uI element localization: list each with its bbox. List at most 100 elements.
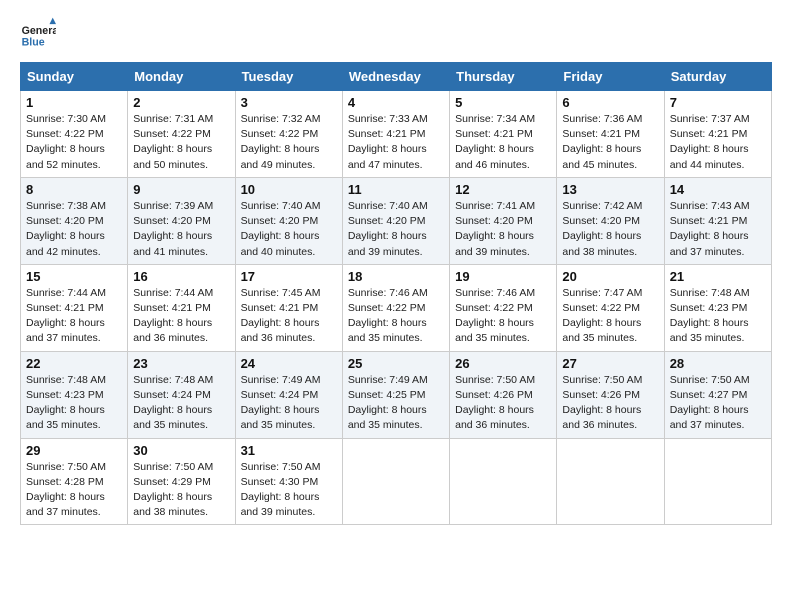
day-cell: 22 Sunrise: 7:48 AMSunset: 4:23 PMDaylig… [21, 351, 128, 438]
day-number: 30 [133, 443, 229, 458]
day-cell: 17 Sunrise: 7:45 AMSunset: 4:21 PMDaylig… [235, 264, 342, 351]
day-cell [450, 438, 557, 525]
day-info: Sunrise: 7:48 AMSunset: 4:23 PMDaylight:… [26, 374, 106, 432]
day-number: 22 [26, 356, 122, 371]
day-cell: 4 Sunrise: 7:33 AMSunset: 4:21 PMDayligh… [342, 91, 449, 178]
day-cell: 1 Sunrise: 7:30 AMSunset: 4:22 PMDayligh… [21, 91, 128, 178]
day-cell: 2 Sunrise: 7:31 AMSunset: 4:22 PMDayligh… [128, 91, 235, 178]
day-cell: 26 Sunrise: 7:50 AMSunset: 4:26 PMDaylig… [450, 351, 557, 438]
day-cell: 8 Sunrise: 7:38 AMSunset: 4:20 PMDayligh… [21, 177, 128, 264]
day-info: Sunrise: 7:30 AMSunset: 4:22 PMDaylight:… [26, 113, 106, 171]
day-cell: 13 Sunrise: 7:42 AMSunset: 4:20 PMDaylig… [557, 177, 664, 264]
weekday-header-row: SundayMondayTuesdayWednesdayThursdayFrid… [21, 63, 772, 91]
day-number: 9 [133, 182, 229, 197]
day-number: 21 [670, 269, 766, 284]
day-number: 3 [241, 95, 337, 110]
weekday-friday: Friday [557, 63, 664, 91]
day-cell: 16 Sunrise: 7:44 AMSunset: 4:21 PMDaylig… [128, 264, 235, 351]
day-cell: 28 Sunrise: 7:50 AMSunset: 4:27 PMDaylig… [664, 351, 771, 438]
day-info: Sunrise: 7:40 AMSunset: 4:20 PMDaylight:… [241, 200, 321, 258]
day-cell: 15 Sunrise: 7:44 AMSunset: 4:21 PMDaylig… [21, 264, 128, 351]
day-number: 29 [26, 443, 122, 458]
day-cell: 3 Sunrise: 7:32 AMSunset: 4:22 PMDayligh… [235, 91, 342, 178]
day-info: Sunrise: 7:41 AMSunset: 4:20 PMDaylight:… [455, 200, 535, 258]
day-info: Sunrise: 7:46 AMSunset: 4:22 PMDaylight:… [348, 287, 428, 345]
day-cell: 20 Sunrise: 7:47 AMSunset: 4:22 PMDaylig… [557, 264, 664, 351]
week-row-1: 1 Sunrise: 7:30 AMSunset: 4:22 PMDayligh… [21, 91, 772, 178]
weekday-wednesday: Wednesday [342, 63, 449, 91]
day-number: 26 [455, 356, 551, 371]
svg-text:Blue: Blue [22, 36, 45, 48]
day-info: Sunrise: 7:38 AMSunset: 4:20 PMDaylight:… [26, 200, 106, 258]
day-number: 20 [562, 269, 658, 284]
day-number: 17 [241, 269, 337, 284]
day-number: 10 [241, 182, 337, 197]
day-number: 11 [348, 182, 444, 197]
day-cell: 31 Sunrise: 7:50 AMSunset: 4:30 PMDaylig… [235, 438, 342, 525]
day-info: Sunrise: 7:42 AMSunset: 4:20 PMDaylight:… [562, 200, 642, 258]
day-cell: 5 Sunrise: 7:34 AMSunset: 4:21 PMDayligh… [450, 91, 557, 178]
day-cell: 24 Sunrise: 7:49 AMSunset: 4:24 PMDaylig… [235, 351, 342, 438]
day-cell: 21 Sunrise: 7:48 AMSunset: 4:23 PMDaylig… [664, 264, 771, 351]
calendar-table: SundayMondayTuesdayWednesdayThursdayFrid… [20, 62, 772, 525]
week-row-4: 22 Sunrise: 7:48 AMSunset: 4:23 PMDaylig… [21, 351, 772, 438]
day-info: Sunrise: 7:31 AMSunset: 4:22 PMDaylight:… [133, 113, 213, 171]
day-info: Sunrise: 7:49 AMSunset: 4:24 PMDaylight:… [241, 374, 321, 432]
logo-icon: General Blue [20, 16, 56, 52]
day-number: 1 [26, 95, 122, 110]
day-number: 12 [455, 182, 551, 197]
day-info: Sunrise: 7:43 AMSunset: 4:21 PMDaylight:… [670, 200, 750, 258]
day-info: Sunrise: 7:46 AMSunset: 4:22 PMDaylight:… [455, 287, 535, 345]
day-cell [664, 438, 771, 525]
day-number: 16 [133, 269, 229, 284]
day-cell: 19 Sunrise: 7:46 AMSunset: 4:22 PMDaylig… [450, 264, 557, 351]
day-info: Sunrise: 7:39 AMSunset: 4:20 PMDaylight:… [133, 200, 213, 258]
day-info: Sunrise: 7:32 AMSunset: 4:22 PMDaylight:… [241, 113, 321, 171]
weekday-sunday: Sunday [21, 63, 128, 91]
day-number: 4 [348, 95, 444, 110]
day-number: 31 [241, 443, 337, 458]
day-info: Sunrise: 7:45 AMSunset: 4:21 PMDaylight:… [241, 287, 321, 345]
day-info: Sunrise: 7:40 AMSunset: 4:20 PMDaylight:… [348, 200, 428, 258]
day-cell: 25 Sunrise: 7:49 AMSunset: 4:25 PMDaylig… [342, 351, 449, 438]
day-info: Sunrise: 7:34 AMSunset: 4:21 PMDaylight:… [455, 113, 535, 171]
weekday-monday: Monday [128, 63, 235, 91]
week-row-3: 15 Sunrise: 7:44 AMSunset: 4:21 PMDaylig… [21, 264, 772, 351]
day-cell: 12 Sunrise: 7:41 AMSunset: 4:20 PMDaylig… [450, 177, 557, 264]
day-cell: 7 Sunrise: 7:37 AMSunset: 4:21 PMDayligh… [664, 91, 771, 178]
day-info: Sunrise: 7:47 AMSunset: 4:22 PMDaylight:… [562, 287, 642, 345]
day-number: 18 [348, 269, 444, 284]
day-number: 6 [562, 95, 658, 110]
day-info: Sunrise: 7:44 AMSunset: 4:21 PMDaylight:… [133, 287, 213, 345]
day-number: 5 [455, 95, 551, 110]
day-number: 15 [26, 269, 122, 284]
day-info: Sunrise: 7:50 AMSunset: 4:30 PMDaylight:… [241, 461, 321, 519]
day-info: Sunrise: 7:48 AMSunset: 4:24 PMDaylight:… [133, 374, 213, 432]
day-info: Sunrise: 7:50 AMSunset: 4:27 PMDaylight:… [670, 374, 750, 432]
logo: General Blue [20, 16, 56, 52]
week-row-2: 8 Sunrise: 7:38 AMSunset: 4:20 PMDayligh… [21, 177, 772, 264]
day-info: Sunrise: 7:36 AMSunset: 4:21 PMDaylight:… [562, 113, 642, 171]
weekday-thursday: Thursday [450, 63, 557, 91]
page-header: General Blue [20, 16, 772, 52]
weekday-tuesday: Tuesday [235, 63, 342, 91]
day-info: Sunrise: 7:50 AMSunset: 4:29 PMDaylight:… [133, 461, 213, 519]
day-number: 24 [241, 356, 337, 371]
day-cell [557, 438, 664, 525]
day-number: 25 [348, 356, 444, 371]
day-cell [342, 438, 449, 525]
day-cell: 14 Sunrise: 7:43 AMSunset: 4:21 PMDaylig… [664, 177, 771, 264]
day-info: Sunrise: 7:50 AMSunset: 4:28 PMDaylight:… [26, 461, 106, 519]
day-info: Sunrise: 7:33 AMSunset: 4:21 PMDaylight:… [348, 113, 428, 171]
day-number: 14 [670, 182, 766, 197]
day-cell: 27 Sunrise: 7:50 AMSunset: 4:26 PMDaylig… [557, 351, 664, 438]
day-cell: 9 Sunrise: 7:39 AMSunset: 4:20 PMDayligh… [128, 177, 235, 264]
day-number: 2 [133, 95, 229, 110]
day-cell: 10 Sunrise: 7:40 AMSunset: 4:20 PMDaylig… [235, 177, 342, 264]
day-cell: 30 Sunrise: 7:50 AMSunset: 4:29 PMDaylig… [128, 438, 235, 525]
day-number: 27 [562, 356, 658, 371]
weekday-saturday: Saturday [664, 63, 771, 91]
day-number: 8 [26, 182, 122, 197]
day-cell: 6 Sunrise: 7:36 AMSunset: 4:21 PMDayligh… [557, 91, 664, 178]
day-number: 23 [133, 356, 229, 371]
